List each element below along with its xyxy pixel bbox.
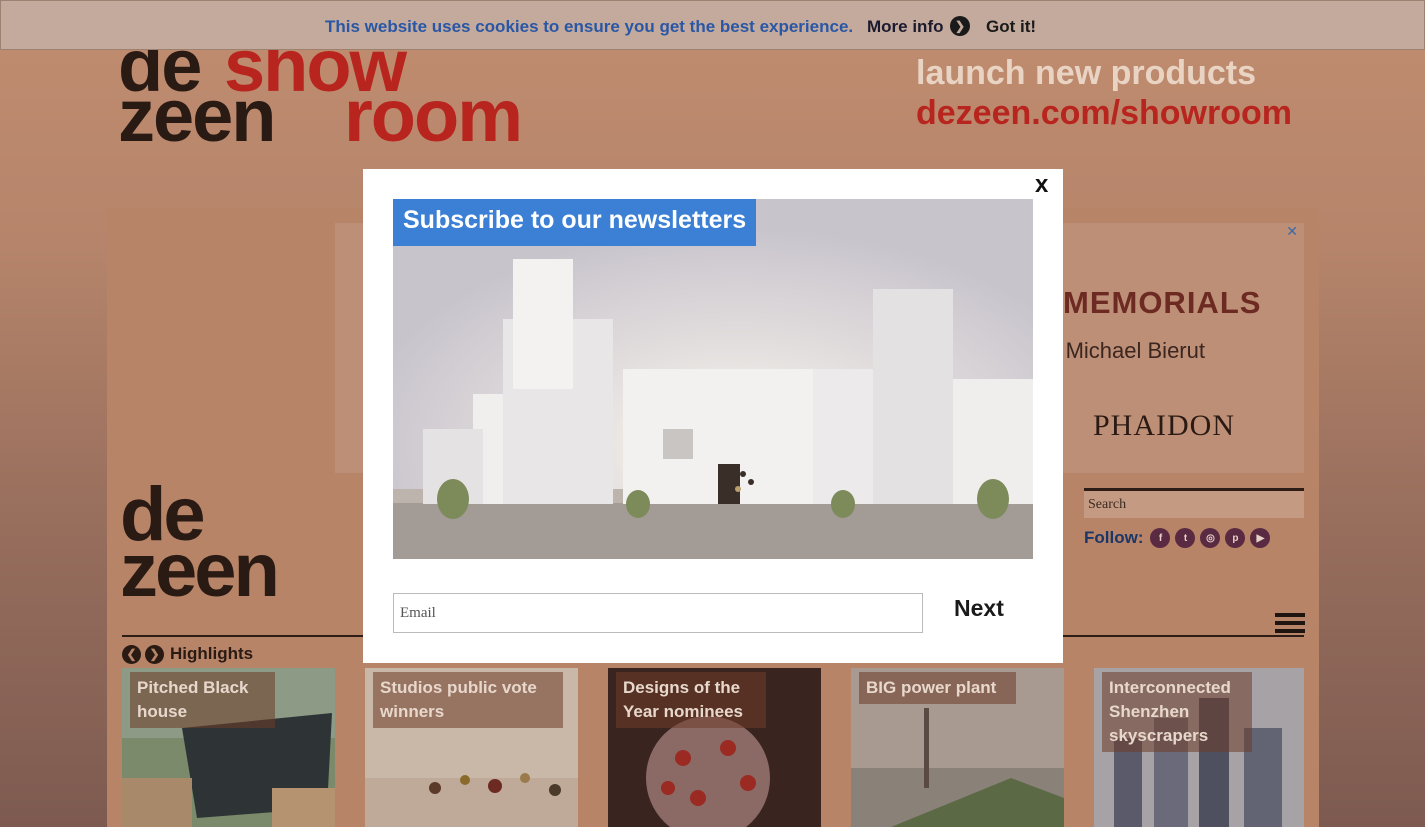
next-button[interactable]: Next [954,595,1004,622]
facebook-icon[interactable]: f [1150,528,1171,548]
ad-brand: PHAIDON [1093,409,1235,442]
highlight-tile[interactable]: BIG power plant [851,668,1064,827]
modal-close-button[interactable]: x [1035,171,1048,199]
twitter-icon[interactable]: t [1175,528,1196,548]
instagram-icon[interactable]: ◎ [1200,528,1221,548]
highlight-tile[interactable]: Interconnected Shenzhen skyscrapers [1094,668,1304,827]
email-field[interactable] [393,593,923,633]
highlights-prev-icon[interactable]: ❮ [122,644,141,664]
youtube-icon[interactable]: ▶ [1250,528,1271,548]
highlights-next-icon[interactable]: ❯ [145,644,164,664]
cookie-more-info-link[interactable]: More info [867,17,944,37]
tile-label: BIG power plant [859,672,1016,704]
banner-url: dezeen.com/showroom [916,94,1292,132]
highlight-tile[interactable]: Studios public vote winners [365,668,578,827]
banner-tagline: launch new products [916,54,1257,92]
cookie-message: This website uses cookies to ensure you … [325,17,854,36]
newsletter-title: Subscribe to our newsletters [393,199,757,246]
ad-close-icon[interactable]: ✕ [1286,223,1298,240]
chevron-right-icon[interactable]: ❯ [950,16,970,36]
newsletter-hero-image [393,199,1033,559]
menu-bar [1275,629,1305,633]
pinterest-icon[interactable]: p [1225,528,1246,548]
site-logo-line2: zeen [120,528,280,613]
tile-label: Pitched Black house [130,672,275,728]
tile-label: Designs of the Year nominees [616,672,766,728]
follow-label: Follow: [1084,528,1144,547]
banner-logo-room: room [344,74,523,157]
search-input[interactable]: Search [1084,488,1304,518]
cookie-accept-button[interactable]: Got it! [986,17,1036,37]
newsletter-modal: x Subscribe to our newsletters Email Nex… [363,169,1063,663]
menu-bar [1275,613,1305,617]
highlight-tile[interactable]: Pitched Black house [122,668,335,827]
tile-label: Studios public vote winners [373,672,563,728]
highlights-label: Highlights [170,644,254,663]
follow-bar: Follow: f t ◎ p ▶ [1084,528,1271,548]
highlight-tile[interactable]: Designs of the Year nominees [608,668,821,827]
cookie-bar: This website uses cookies to ensure you … [0,0,1425,50]
highlights-header: ❮ ❯ Highlights [122,644,253,664]
site-logo[interactable]: de zeen [120,477,280,613]
showroom-banner-tagline[interactable]: launch new products dezeen.com/showroom [916,52,1316,132]
tile-label: Interconnected Shenzhen skyscrapers [1102,672,1252,752]
menu-bar [1275,621,1305,625]
menu-icon[interactable] [1275,613,1305,637]
white-buildings-image [393,199,1033,559]
ad-headline: MEMORIALS [1063,285,1262,320]
